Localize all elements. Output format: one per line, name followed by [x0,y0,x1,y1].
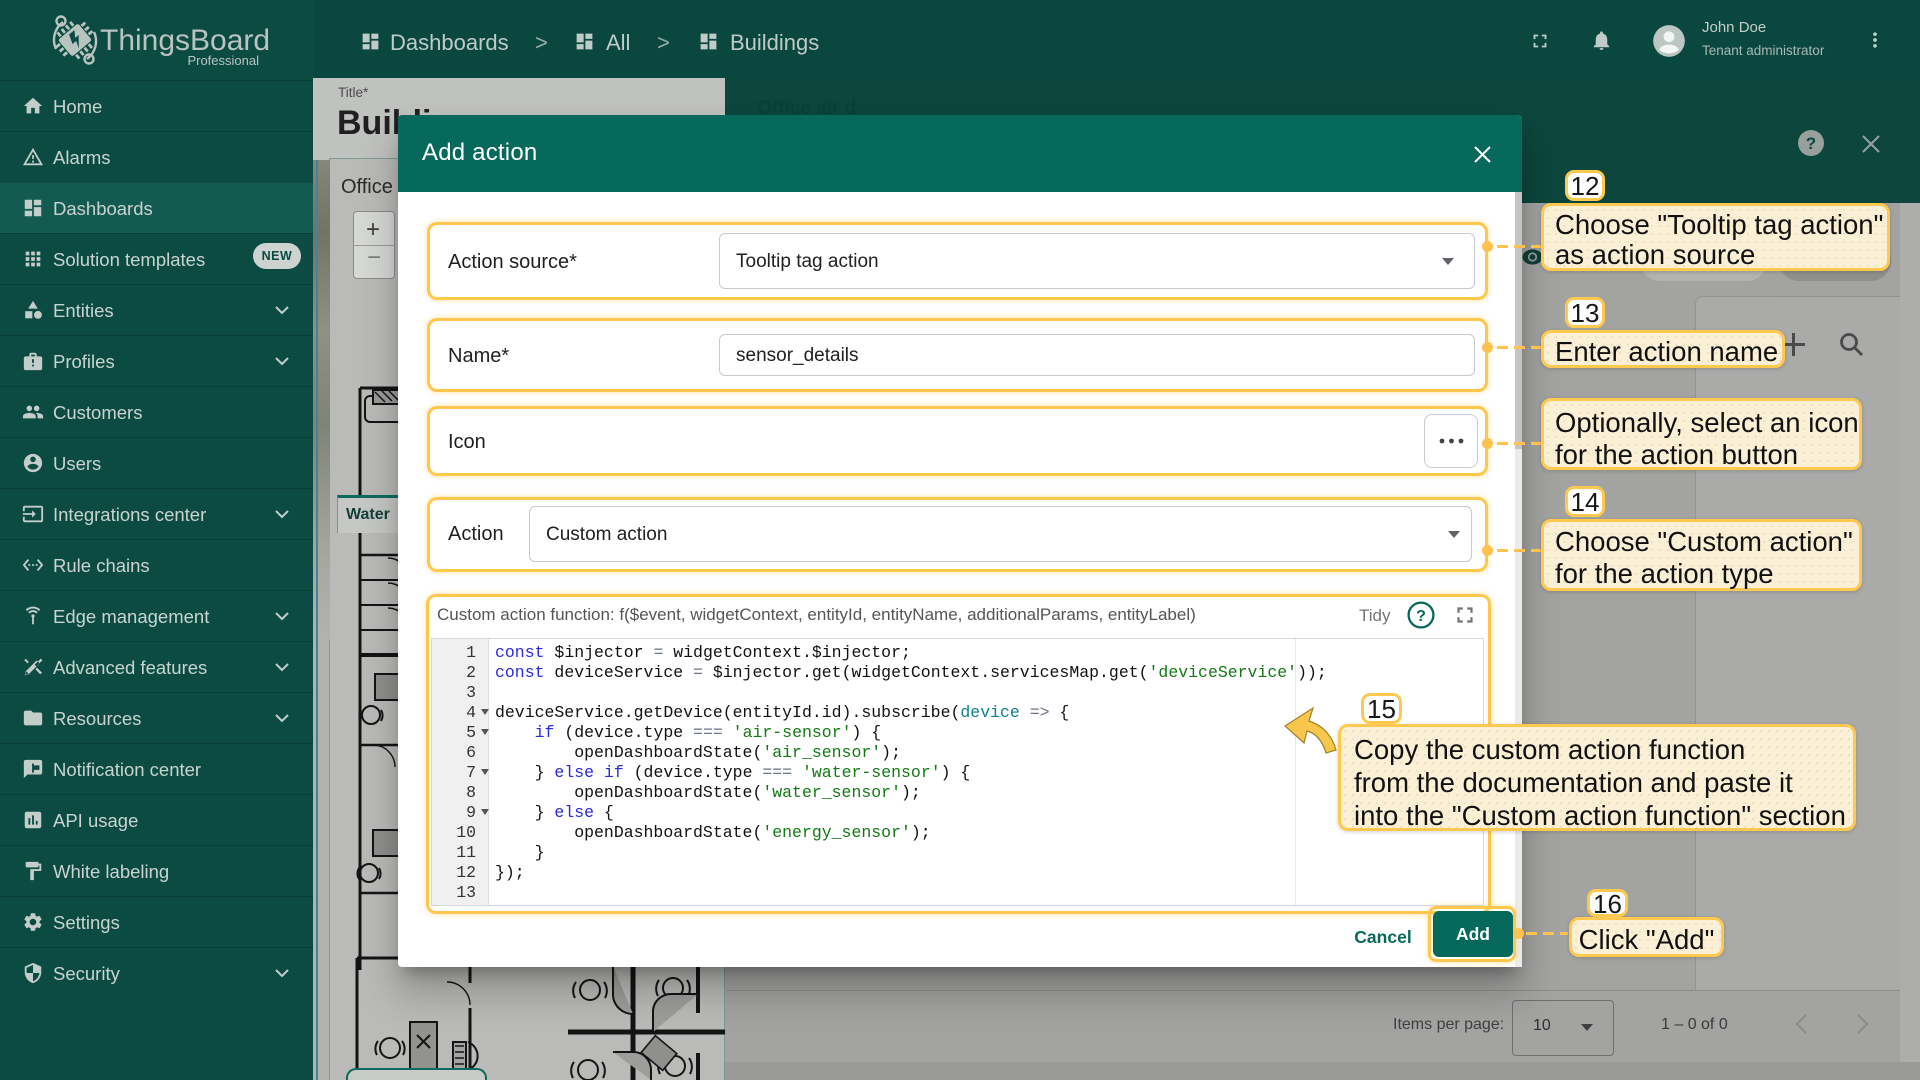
svg-text:?: ? [1416,608,1426,625]
svg-text:?: ? [1806,134,1816,153]
svg-text:Professional: Professional [187,53,259,68]
